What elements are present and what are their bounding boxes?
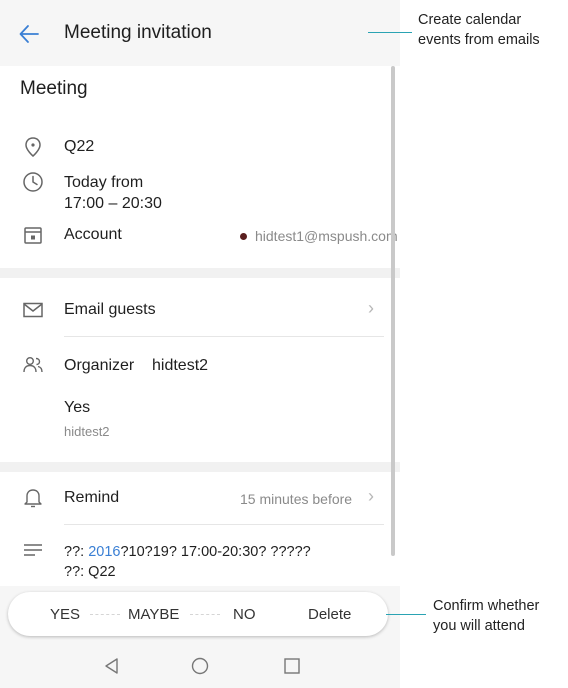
email-guests-label: Email guests — [64, 301, 156, 318]
people-icon — [23, 357, 43, 373]
event-details: Meeting Q22 Today from 17:00 – 20:30 Acc… — [0, 66, 400, 586]
page-title: Meeting invitation — [64, 22, 212, 43]
back-button[interactable] — [14, 19, 44, 49]
callout-bottom-line1: Confirm whether — [433, 598, 540, 614]
action-separator — [90, 614, 120, 615]
bell-icon — [24, 489, 42, 508]
organizer-name: hidtest2 — [152, 357, 209, 374]
event-location: Q22 — [64, 138, 95, 155]
delete-button[interactable]: Delete — [308, 606, 351, 623]
calendar-account-icon — [24, 227, 42, 244]
system-nav-bar — [0, 644, 400, 688]
clock-icon — [23, 172, 43, 192]
remind-row[interactable]: Remind 15 minutes before › — [0, 478, 400, 526]
description-icon — [24, 544, 42, 556]
action-separator — [190, 614, 220, 615]
phone-screen: Meeting invitation Meeting Q22 Today fro… — [0, 0, 400, 688]
email-icon — [23, 302, 43, 318]
account-color-dot — [240, 233, 247, 240]
description-line1: ??: 2016?10?19? 17:00-20:30? ????? — [64, 544, 311, 560]
guest-response: Yes — [64, 399, 91, 416]
event-time-line1: Today from — [64, 174, 144, 191]
description-prefix: ??: — [64, 544, 89, 560]
callout-bottom: Confirm whether you will attend — [433, 596, 539, 636]
app-header: Meeting invitation — [0, 0, 400, 66]
description-rest: ?10?19? 17:00-20:30? ????? — [120, 544, 311, 560]
scrollbar[interactable] — [391, 66, 395, 556]
description-line2: ??: Q22 — [64, 564, 116, 580]
chevron-right-icon: › — [368, 298, 374, 318]
account-email: hidtest1@mspush.com — [255, 228, 398, 244]
yes-button[interactable]: YES — [50, 606, 80, 623]
callout-top: Create calendar events from emails — [418, 10, 540, 50]
response-action-bar: YES MAYBE NO Delete — [8, 592, 388, 636]
event-title: Meeting — [20, 78, 88, 99]
row-divider — [64, 336, 384, 337]
no-button[interactable]: NO — [233, 606, 256, 623]
row-divider — [64, 524, 384, 525]
account-label: Account — [64, 226, 122, 243]
back-arrow-icon — [19, 25, 39, 43]
callout-top-line2: events from emails — [418, 32, 540, 48]
callout-line-bottom — [386, 614, 426, 615]
email-guests-row[interactable]: Email guests › — [0, 284, 400, 336]
section-divider — [0, 268, 400, 278]
description-year-link[interactable]: 2016 — [88, 544, 120, 560]
callout-bottom-line2: you will attend — [433, 618, 525, 634]
event-time-line2: 17:00 – 20:30 — [64, 195, 162, 212]
nav-home-icon[interactable] — [190, 656, 210, 676]
location-pin-icon — [25, 137, 41, 157]
nav-recent-icon[interactable] — [282, 656, 302, 676]
callout-line-top — [368, 32, 412, 33]
maybe-button[interactable]: MAYBE — [128, 606, 179, 623]
guest-response-person: hidtest2 — [64, 424, 110, 439]
remind-value: 15 minutes before — [240, 491, 353, 507]
organizer-label: Organizer — [64, 357, 135, 374]
nav-back-icon[interactable] — [102, 656, 122, 676]
remind-label: Remind — [64, 489, 120, 506]
callout-top-line1: Create calendar — [418, 12, 522, 28]
section-divider — [0, 462, 400, 472]
chevron-right-icon: › — [368, 486, 374, 506]
